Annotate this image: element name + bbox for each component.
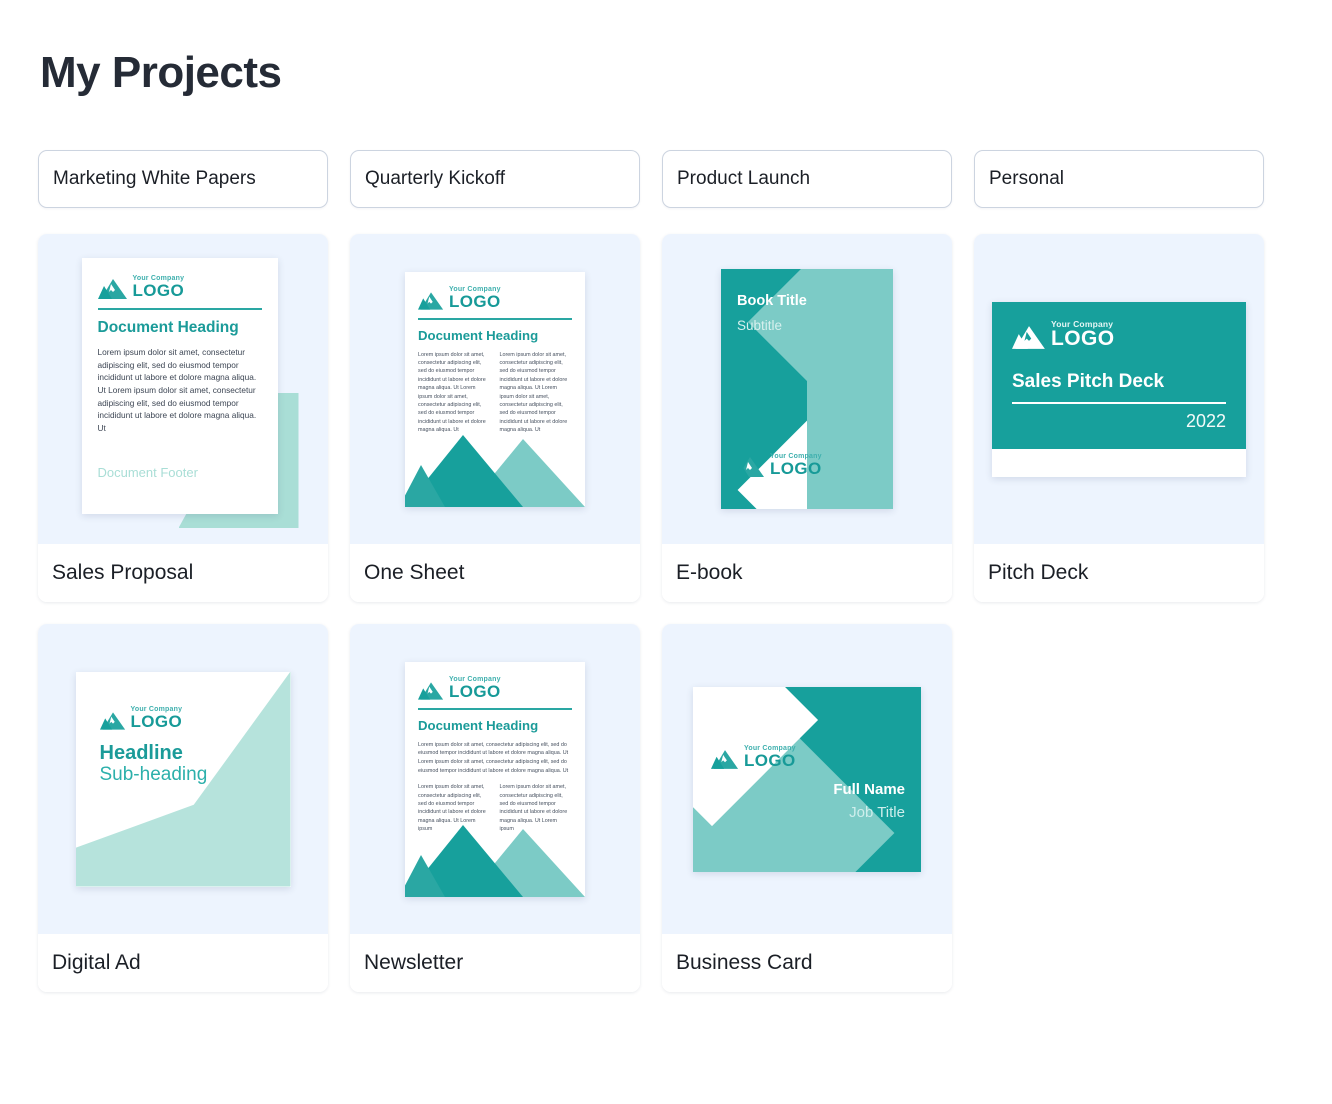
mountain-graphic <box>405 824 585 897</box>
tab-personal[interactable]: Personal <box>974 150 1264 208</box>
tab-product-launch[interactable]: Product Launch <box>662 150 952 208</box>
ad-subheading: Sub-heading <box>99 763 208 785</box>
card-label: Digital Ad <box>38 934 328 992</box>
document-footer: Document Footer <box>97 465 198 480</box>
logo-wordmark: LOGO <box>449 681 501 701</box>
mountain-logo-icon <box>711 749 739 769</box>
card-label: Sales Proposal <box>38 544 328 602</box>
tab-label: Quarterly Kickoff <box>365 168 506 189</box>
card-label: Business Card <box>662 934 952 992</box>
two-column-body: Lorem ipsum dolor sit amet, consectetur … <box>418 351 572 435</box>
logo-wordmark: LOGO <box>770 458 822 478</box>
document-body-text: Lorem ipsum dolor sit amet, consectetur … <box>97 347 257 433</box>
document-preview: Your Company LOGO Sales Pitch Deck 2022 <box>992 301 1246 477</box>
document-preview: Your Company LOGO Full Name Job Title <box>693 686 921 872</box>
company-logo: Your Company LOGO <box>735 453 822 477</box>
project-card-business-card[interactable]: Your Company LOGO Full Name Job Title Bu… <box>662 624 952 992</box>
mountain-logo-icon <box>418 681 444 700</box>
thumbnail-one-sheet: Your Company LOGO Document Heading Lorem… <box>350 234 640 544</box>
card-job-title: Job Title <box>849 803 905 821</box>
book-title: Book Title <box>737 293 807 309</box>
intro-text: Lorem ipsum dolor sit amet, consectetur … <box>418 741 569 774</box>
projects-page: My Projects Marketing White Papers Quart… <box>0 0 1332 992</box>
document-preview: Your Company LOGO Document Heading Lorem… <box>405 271 585 507</box>
ad-headline: Headline <box>99 741 183 764</box>
column-text: Lorem ipsum dolor sit amet, consectetur … <box>499 351 568 434</box>
tab-marketing-white-papers[interactable]: Marketing White Papers <box>38 150 328 208</box>
divider <box>97 308 262 311</box>
tab-quarterly-kickoff[interactable]: Quarterly Kickoff <box>350 150 640 208</box>
project-card-sales-proposal[interactable]: Your Company LOGO Document Heading Lorem… <box>38 234 328 602</box>
document-preview: Your Company LOGO Document Heading Lorem… <box>81 258 278 514</box>
logo-wordmark: LOGO <box>130 711 183 731</box>
tab-label: Marketing White Papers <box>53 168 256 189</box>
mountain-logo-icon <box>1012 326 1045 349</box>
thumbnail-sales-proposal: Your Company LOGO Document Heading Lorem… <box>38 234 328 544</box>
mountain-graphic <box>405 434 585 507</box>
company-logo: Your Company LOGO <box>711 745 796 769</box>
document-heading: Document Heading <box>418 327 539 343</box>
company-logo: Your Company LOGO <box>418 676 572 700</box>
thumbnail-pitch-deck: Your Company LOGO Sales Pitch Deck 2022 <box>974 234 1264 544</box>
project-card-one-sheet[interactable]: Your Company LOGO Document Heading Lorem… <box>350 234 640 602</box>
document-heading: Document Heading <box>418 717 539 733</box>
project-card-ebook[interactable]: Book Title Subtitle Your Company LOGO E-… <box>662 234 952 602</box>
document-heading: Document Heading <box>97 319 239 337</box>
project-card-digital-ad[interactable]: Your Company LOGO Headline Sub-heading D… <box>38 624 328 992</box>
tab-label: Personal <box>989 168 1064 189</box>
company-logo: Your Company LOGO <box>99 706 291 731</box>
tab-label: Product Launch <box>677 168 811 189</box>
mountain-logo-icon <box>99 711 125 730</box>
company-logo: Your Company LOGO <box>97 275 262 300</box>
thumbnail-business-card: Your Company LOGO Full Name Job Title <box>662 624 952 934</box>
card-label: E-book <box>662 544 952 602</box>
card-label: One Sheet <box>350 544 640 602</box>
divider <box>1012 401 1226 405</box>
page-title: My Projects <box>40 48 282 97</box>
mountain-logo-icon <box>735 457 764 477</box>
project-tabs: Marketing White Papers Quarterly Kickoff… <box>38 150 1294 208</box>
project-card-pitch-deck[interactable]: Your Company LOGO Sales Pitch Deck 2022 … <box>974 234 1264 602</box>
company-logo: Your Company LOGO <box>1012 319 1226 350</box>
logo-wordmark: LOGO <box>449 291 501 311</box>
logo-wordmark: LOGO <box>744 750 796 770</box>
company-logo: Your Company LOGO <box>418 286 572 310</box>
thumbnail-newsletter: Your Company LOGO Document Heading Lorem… <box>350 624 640 934</box>
document-preview: Your Company LOGO Headline Sub-heading <box>75 671 291 887</box>
logo-wordmark: LOGO <box>132 281 185 300</box>
book-subtitle: Subtitle <box>737 318 783 333</box>
ebook-title-block: Book Title Subtitle <box>737 293 807 333</box>
card-full-name: Full Name <box>833 780 905 798</box>
thumbnail-digital-ad: Your Company LOGO Headline Sub-heading <box>38 624 328 934</box>
logo-wordmark: LOGO <box>1051 327 1115 350</box>
mountain-logo-icon <box>97 279 127 300</box>
document-preview: Your Company LOGO Document Heading Lorem… <box>405 661 585 897</box>
document-preview: Book Title Subtitle Your Company LOGO <box>721 269 893 509</box>
thumbnail-ebook: Book Title Subtitle Your Company LOGO <box>662 234 952 544</box>
project-card-grid: Your Company LOGO Document Heading Lorem… <box>38 234 1294 992</box>
mountain-logo-icon <box>418 291 444 310</box>
card-label: Pitch Deck <box>974 544 1264 602</box>
project-card-newsletter[interactable]: Your Company LOGO Document Heading Lorem… <box>350 624 640 992</box>
card-label: Newsletter <box>350 934 640 992</box>
divider <box>418 317 572 320</box>
column-text: Lorem ipsum dolor sit amet, consectetur … <box>418 351 486 434</box>
deck-title: Sales Pitch Deck <box>1012 370 1165 392</box>
divider <box>418 707 572 710</box>
deck-year: 2022 <box>1185 411 1226 432</box>
